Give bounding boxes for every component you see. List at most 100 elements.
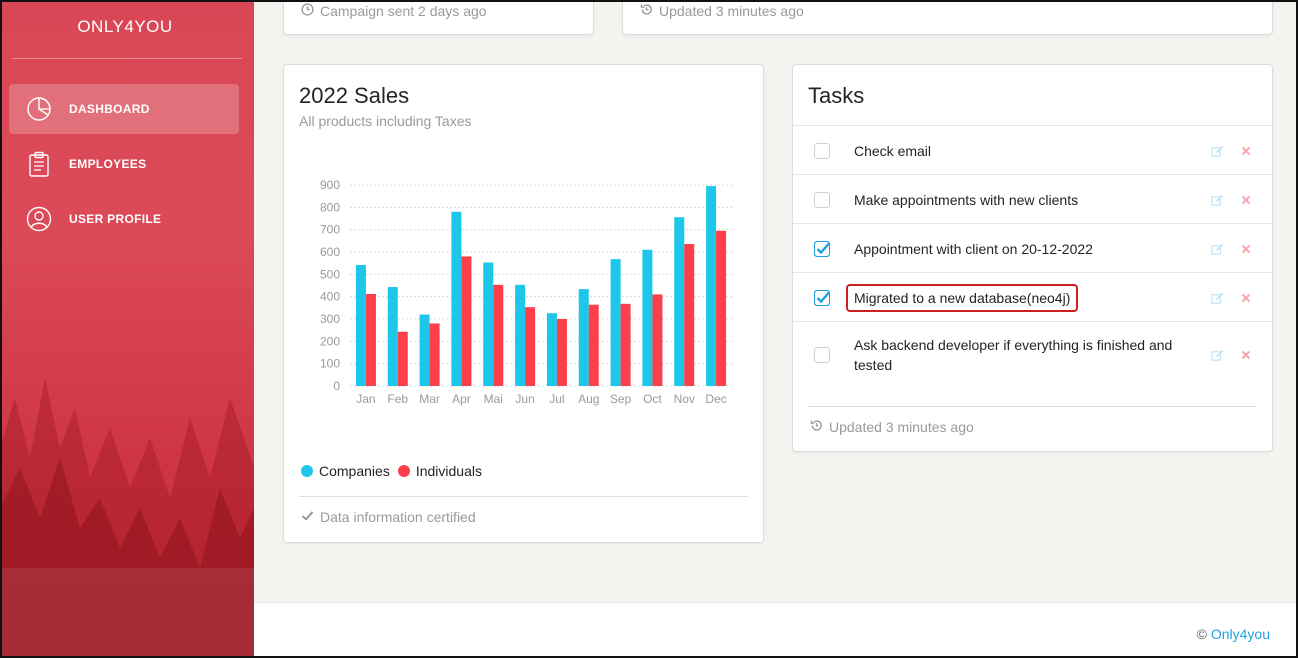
bar-companies xyxy=(419,314,430,386)
clipboard-icon xyxy=(26,151,52,177)
bar-individuals xyxy=(525,307,536,386)
task-row: Check email xyxy=(793,125,1272,174)
bar-companies xyxy=(610,259,621,386)
delete-icon[interactable] xyxy=(1239,348,1253,362)
delete-icon[interactable] xyxy=(1239,193,1253,207)
forest-background-image xyxy=(0,378,254,658)
sidebar-nav: DASHBOARD EMPLOYEES USER PROFILE xyxy=(9,84,239,249)
y-tick-label: 100 xyxy=(320,357,340,371)
history-icon xyxy=(640,3,653,19)
bar-individuals xyxy=(493,284,504,386)
sidebar-item-user-profile[interactable]: USER PROFILE xyxy=(9,194,239,244)
brand-logo-text[interactable]: ONLY4YOU xyxy=(0,17,250,37)
chart-legend: Companies Individuals xyxy=(301,463,490,479)
delete-icon[interactable] xyxy=(1239,144,1253,158)
bar-companies xyxy=(355,264,366,386)
bar-individuals xyxy=(461,256,472,386)
copyright: © Only4you xyxy=(1197,626,1270,642)
edit-icon[interactable] xyxy=(1210,291,1224,305)
bar-companies xyxy=(515,284,526,386)
delete-icon[interactable] xyxy=(1239,291,1253,305)
x-tick-label: Oct xyxy=(643,392,662,406)
task-text: Appointment with client on 20-12-2022 xyxy=(854,241,1093,257)
campaign-footer: Campaign sent 2 days ago xyxy=(301,3,487,19)
user-icon xyxy=(26,206,52,232)
tasks-footer-text: Updated 3 minutes ago xyxy=(829,419,974,435)
sidebar-item-employees[interactable]: EMPLOYEES xyxy=(9,139,239,189)
page-footer: © Only4you xyxy=(254,602,1298,658)
task-checkbox-checked[interactable] xyxy=(814,241,830,257)
sales-card: 2022 Sales All products including Taxes … xyxy=(283,64,764,543)
copyright-symbol: © xyxy=(1196,626,1207,642)
bar-companies xyxy=(451,211,462,386)
y-tick-label: 400 xyxy=(320,290,340,304)
tasks-divider xyxy=(808,406,1257,407)
legend-item-companies: Companies xyxy=(301,463,390,479)
y-tick-label: 900 xyxy=(320,178,340,192)
sidebar-item-dashboard[interactable]: DASHBOARD xyxy=(9,84,239,134)
legend-label: Individuals xyxy=(415,463,482,479)
legend-swatch-companies xyxy=(301,465,313,477)
bar-companies xyxy=(387,287,398,386)
bar-individuals xyxy=(652,294,663,386)
history-icon xyxy=(810,419,823,435)
sales-footer-text: Data information certified xyxy=(320,509,476,525)
x-tick-label: Jun xyxy=(515,392,534,406)
bar-companies xyxy=(706,186,717,386)
tasks-footer: Updated 3 minutes ago xyxy=(810,419,974,435)
edit-icon[interactable] xyxy=(1210,193,1224,207)
sidebar-item-label: DASHBOARD xyxy=(69,102,150,116)
clock-icon xyxy=(301,3,314,19)
bar-individuals xyxy=(365,293,376,386)
task-text: Ask backend developer if everything is f… xyxy=(854,337,1173,373)
bar-companies xyxy=(578,289,589,386)
x-tick-label: Sep xyxy=(610,392,632,406)
bar-companies xyxy=(642,249,653,386)
task-text: Make appointments with new clients xyxy=(854,192,1079,208)
campaign-card: Campaign sent 2 days ago xyxy=(283,0,594,35)
tasks-title: Tasks xyxy=(808,83,865,108)
x-tick-label: Mai xyxy=(484,392,503,406)
update-card: Updated 3 minutes ago xyxy=(622,0,1273,35)
legend-swatch-individuals xyxy=(397,465,410,477)
bar-individuals xyxy=(429,323,440,386)
task-text-highlighted: Migrated to a new database(neo4j) xyxy=(845,284,1079,312)
edit-icon[interactable] xyxy=(1210,348,1224,362)
task-row: Appointment with client on 20-12-2022 xyxy=(793,223,1272,272)
x-tick-label: Feb xyxy=(387,392,408,406)
legend-label: Companies xyxy=(319,463,390,479)
checkmark-icon xyxy=(814,241,830,257)
campaign-footer-text: Campaign sent 2 days ago xyxy=(320,3,487,19)
y-tick-label: 700 xyxy=(320,223,340,237)
task-row: Make appointments with new clients xyxy=(793,174,1272,223)
checkmark-icon xyxy=(814,290,830,306)
x-tick-label: Nov xyxy=(674,392,695,406)
y-tick-label: 300 xyxy=(320,312,340,326)
update-footer-text: Updated 3 minutes ago xyxy=(659,3,804,19)
task-checkbox-checked[interactable] xyxy=(814,290,830,306)
legend-item-individuals: Individuals xyxy=(397,463,482,479)
pie-chart-icon xyxy=(26,96,52,122)
x-tick-label: Jan xyxy=(356,392,375,406)
x-tick-label: Mar xyxy=(419,392,440,406)
task-checkbox[interactable] xyxy=(814,347,830,363)
task-checkbox[interactable] xyxy=(814,143,830,159)
y-tick-label: 200 xyxy=(320,334,340,348)
y-tick-label: 0 xyxy=(333,379,340,393)
footer-link[interactable]: Only4you xyxy=(1211,626,1270,642)
task-checkbox[interactable] xyxy=(814,192,830,208)
tasks-card: Tasks Check email Make appointments with… xyxy=(792,64,1273,452)
sales-subtitle: All products including Taxes xyxy=(299,113,472,129)
sales-bar-chart: 0 100 200 300 400 500 600 700 800 900 Jan Feb Mar Apr… xyxy=(320,178,732,406)
bar-individuals xyxy=(556,319,567,386)
edit-icon[interactable] xyxy=(1210,242,1224,256)
main-content: Campaign sent 2 days ago Updated 3 minut… xyxy=(254,0,1298,658)
bar-individuals xyxy=(684,243,695,386)
sidebar: ONLY4YOU DASHBOARD EMPLOYEES USER PROFIL… xyxy=(0,0,254,658)
bar-companies xyxy=(546,313,557,386)
sales-footer: Data information certified xyxy=(301,509,476,525)
y-tick-label: 500 xyxy=(320,267,340,281)
delete-icon[interactable] xyxy=(1239,242,1253,256)
edit-icon[interactable] xyxy=(1210,144,1224,158)
sales-title: 2022 Sales xyxy=(299,83,410,108)
